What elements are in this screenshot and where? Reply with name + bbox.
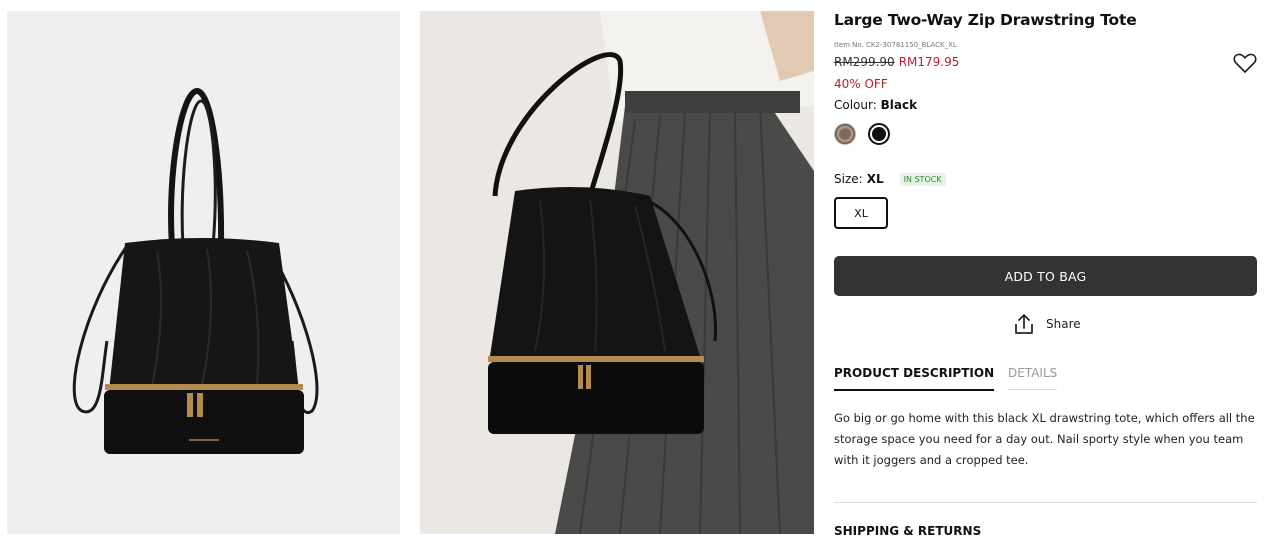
item-number: Item No. CK2-30781150_BLACK_XL <box>834 41 957 49</box>
price-row: RM299.90 RM179.95 <box>834 55 959 69</box>
colour-value: Black <box>880 98 918 112</box>
product-info-panel: Large Two-Way Zip Drawstring Tote Item N… <box>834 0 1257 545</box>
size-option-xl[interactable]: XL <box>834 197 888 229</box>
size-value: XL <box>866 172 884 186</box>
bag-illustration <box>72 87 319 454</box>
discount-label: 40% OFF <box>834 77 888 91</box>
colour-label: Colour: <box>834 98 877 112</box>
original-price: RM299.90 <box>834 55 895 69</box>
share-label: Share <box>1046 317 1081 331</box>
colour-swatches <box>834 123 890 145</box>
stock-badge: IN STOCK <box>899 172 946 186</box>
model-illustration <box>420 11 814 534</box>
swatch-brown-pattern[interactable] <box>834 123 856 145</box>
heart-icon <box>1233 53 1257 73</box>
swatch-black[interactable] <box>868 123 890 145</box>
size-selector-label: Size: XL IN STOCK <box>834 172 946 186</box>
shipping-returns-toggle[interactable]: SHIPPING & RETURNS <box>834 524 981 538</box>
add-to-bag-button[interactable]: ADD TO BAG <box>834 256 1257 296</box>
share-button[interactable]: Share <box>1014 313 1081 335</box>
tab-details[interactable]: DETAILS <box>1008 366 1058 390</box>
share-upload-icon <box>1015 314 1033 334</box>
product-image-model[interactable] <box>420 11 814 534</box>
sale-price: RM179.95 <box>898 55 960 69</box>
product-description-text: Go big or go home with this black XL dra… <box>834 411 1255 467</box>
size-label: Size: <box>834 172 863 186</box>
colour-selector-label: Colour: Black <box>834 98 917 112</box>
product-tabs: PRODUCT DESCRIPTION DETAILS <box>834 366 1257 394</box>
tab-product-description[interactable]: PRODUCT DESCRIPTION <box>834 366 995 391</box>
product-image-front[interactable] <box>7 11 400 534</box>
product-title: Large Two-Way Zip Drawstring Tote <box>834 11 1137 29</box>
divider <box>834 502 1257 503</box>
wishlist-button[interactable] <box>1233 52 1257 74</box>
